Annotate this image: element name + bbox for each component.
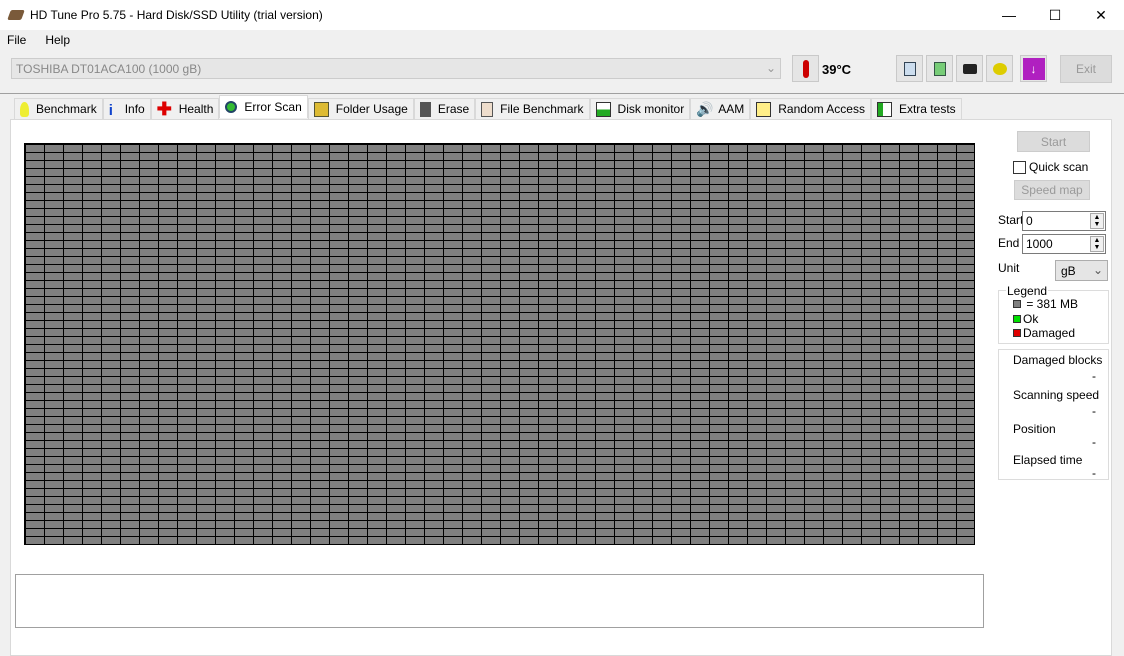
tab-label: Extra tests — [898, 102, 956, 116]
start-button[interactable]: Start — [1017, 131, 1090, 152]
red-cross-icon: ✚ — [156, 98, 172, 119]
unit-select[interactable]: gB ⌄ — [1055, 260, 1108, 281]
chevron-down-icon: ⌄ — [765, 61, 776, 75]
menu-help[interactable]: Help — [45, 33, 70, 47]
checkbox[interactable] — [1013, 160, 1026, 174]
elapsed-time-label: Elapsed time — [1013, 453, 1083, 467]
legend-block: = 381 MB — [1013, 297, 1078, 311]
position-value: - — [1092, 435, 1096, 449]
quick-scan-checkbox[interactable]: Quick scan — [1013, 160, 1088, 174]
tab-label: AAM — [718, 102, 745, 116]
stats-box: Damaged blocks - Scanning speed - Positi… — [998, 349, 1109, 480]
start-input[interactable]: 0 ▲ ▼ — [1022, 211, 1106, 231]
bulb-icon — [20, 101, 29, 117]
exit-button[interactable]: Exit — [1060, 55, 1112, 83]
download-arrow-icon: ↓ — [1022, 57, 1045, 80]
damaged-blocks-value: - — [1092, 369, 1096, 383]
copy-all-button[interactable] — [926, 55, 953, 82]
app-icon — [7, 10, 25, 20]
tab-random-access[interactable]: Random Access — [750, 98, 871, 119]
options-button[interactable] — [986, 55, 1013, 82]
elapsed-time-value: - — [1092, 466, 1096, 480]
red-swatch — [1013, 329, 1021, 337]
quick-scan-label: Quick scan — [1029, 160, 1089, 174]
copy-all-icon — [933, 61, 946, 76]
scanning-speed-value: - — [1092, 404, 1096, 418]
end-value: 1000 — [1026, 237, 1053, 251]
spinner-arrows[interactable]: ▲ ▼ — [1090, 236, 1104, 252]
tab-label: Health — [178, 102, 214, 116]
log-area[interactable] — [15, 574, 984, 628]
tab-bar: Benchmark i Info ✚ Health Error Scan Folde… — [14, 95, 962, 119]
menu-bar: File Help — [0, 30, 1124, 50]
magnifier-icon — [225, 101, 238, 113]
drive-label: TOSHIBA DT01ACA100 (1000 gB) — [16, 62, 202, 76]
tab-aam[interactable]: 🔊 AAM — [690, 98, 751, 119]
end-input[interactable]: 1000 ▲ ▼ — [1022, 234, 1106, 254]
tab-erase[interactable]: Erase — [413, 98, 476, 119]
legend-ok: Ok — [1013, 312, 1038, 326]
calculator-chart-icon — [876, 101, 892, 117]
maximize-button[interactable]: ☐ — [1032, 0, 1078, 30]
temperature: 39°C — [822, 62, 852, 77]
chart-icon — [595, 101, 611, 117]
menu-file[interactable]: File — [7, 33, 26, 47]
tab-label: Info — [124, 102, 145, 116]
window-title: HD Tune Pro 5.75 - Hard Disk/SSD Utility… — [30, 8, 323, 22]
unit-value: gB — [1061, 264, 1076, 278]
start-label: Start — [998, 213, 1024, 227]
tab-label: File Benchmark — [500, 102, 584, 116]
tab-label: Error Scan — [244, 100, 302, 114]
tab-label: Folder Usage — [335, 102, 408, 116]
file-bulb-icon — [481, 101, 494, 117]
minimize-button[interactable]: — — [986, 0, 1032, 30]
tab-label: Erase — [437, 102, 470, 116]
chevron-down-icon: ⌄ — [1092, 263, 1103, 277]
title-bar: HD Tune Pro 5.75 - Hard Disk/SSD Utility… — [0, 0, 1124, 30]
legend-title: Legend — [1006, 284, 1049, 298]
gears-icon — [992, 62, 1007, 75]
info-icon: i — [108, 101, 113, 119]
tab-folder-usage[interactable]: Folder Usage — [307, 98, 414, 119]
tab-file-benchmark[interactable]: File Benchmark — [475, 98, 590, 119]
position-label: Position — [1013, 422, 1056, 436]
copy-info-button[interactable] — [896, 55, 923, 82]
scanning-speed-label: Scanning speed — [1013, 388, 1100, 402]
green-swatch — [1013, 315, 1021, 323]
tab-benchmark[interactable]: Benchmark — [14, 98, 103, 119]
drive-select[interactable]: TOSHIBA DT01ACA100 (1000 gB) ⌄ — [11, 58, 781, 79]
tab-info[interactable]: i Info — [102, 98, 151, 119]
speaker-icon: 🔊 — [696, 100, 714, 117]
tab-disk-monitor[interactable]: Disk monitor — [589, 98, 691, 119]
toolbar: TOSHIBA DT01ACA100 (1000 gB) ⌄ 39°C ↓ Exi… — [0, 50, 1124, 94]
scatter-icon — [756, 101, 772, 117]
copy-icon — [903, 61, 916, 76]
trash-icon — [419, 101, 431, 117]
camera-icon — [962, 63, 977, 74]
block-map — [24, 143, 975, 545]
save-button[interactable]: ↓ — [1020, 55, 1047, 82]
close-button[interactable]: ✕ — [1078, 0, 1124, 30]
tab-error-scan[interactable]: Error Scan — [219, 95, 308, 118]
folder-icon — [313, 101, 329, 117]
tab-label: Random Access — [778, 102, 865, 116]
legend-damaged: Damaged — [1013, 326, 1075, 340]
tab-extra-tests[interactable]: Extra tests — [870, 98, 962, 119]
gray-swatch — [1013, 300, 1021, 308]
tab-health[interactable]: ✚ Health — [150, 98, 220, 119]
spinner-arrows[interactable]: ▲ ▼ — [1090, 213, 1104, 229]
damaged-blocks-label: Damaged blocks — [1013, 353, 1103, 367]
start-value: 0 — [1026, 214, 1033, 228]
screenshot-button[interactable] — [956, 55, 983, 82]
tab-label: Benchmark — [36, 102, 97, 116]
thermometer-icon — [792, 55, 819, 82]
unit-label: Unit — [998, 261, 1020, 275]
end-label: End — [998, 236, 1020, 250]
legend-box: Legend = 381 MB Ok Damaged — [998, 284, 1109, 344]
speed-map-button[interactable]: Speed map — [1014, 180, 1090, 200]
tab-label: Disk monitor — [617, 102, 685, 116]
